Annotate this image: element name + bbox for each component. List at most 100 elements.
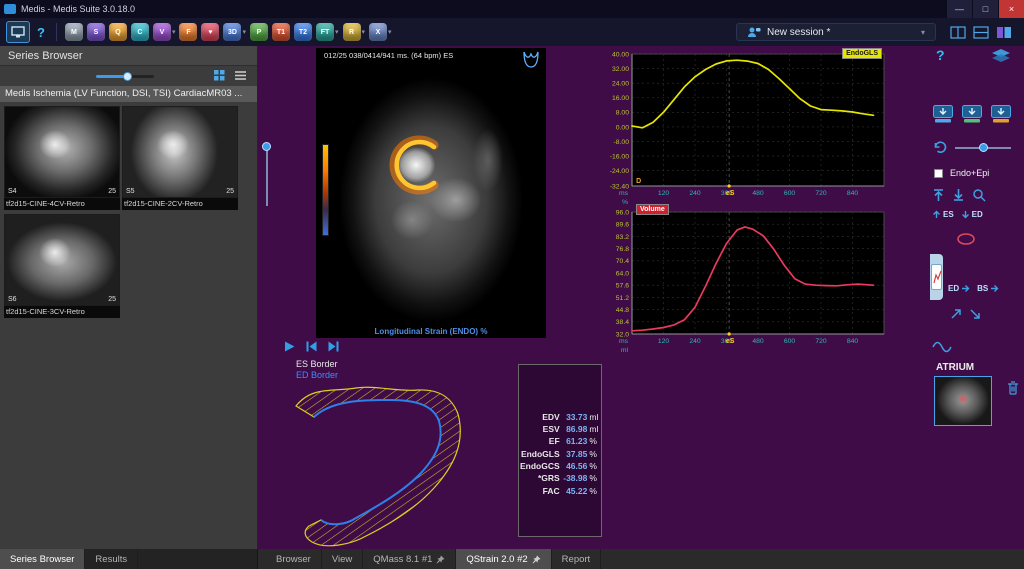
list-view-button[interactable] [234, 69, 247, 82]
slider-handle[interactable] [979, 143, 988, 152]
svg-text:51.2: 51.2 [616, 295, 629, 302]
atrium-thumbnail[interactable] [934, 376, 992, 426]
tab-browser[interactable]: Browser [266, 549, 322, 569]
flow-tool-icon[interactable]: FT [316, 23, 334, 41]
svg-text:720: 720 [815, 338, 827, 345]
dropdown-caret-icon[interactable]: ▾ [172, 28, 176, 36]
endo-epi-label: Endo+Epi [950, 168, 989, 178]
thumbnail-size-slider[interactable] [96, 75, 154, 78]
thumbnail-caption: tf2d15-CINE-3CV-Retro [4, 306, 120, 318]
tab-qstrain[interactable]: QStrain 2.0 #2 [456, 549, 551, 569]
qmass-icon[interactable]: Q [109, 23, 127, 41]
session-selector[interactable]: New session * ▾ [736, 23, 936, 41]
app-tab-group: Browser View QMass 8.1 #1 QStrain 2.0 #2… [266, 549, 601, 569]
layers-icon[interactable] [990, 48, 1012, 64]
arrow-down-icon [961, 210, 970, 219]
dropdown-caret-icon[interactable]: ▾ [242, 28, 246, 36]
qangio-icon[interactable]: F [179, 23, 197, 41]
thumbnail-image[interactable]: S5 25 [122, 106, 238, 198]
undo-icon[interactable] [932, 140, 948, 154]
play-button[interactable] [283, 340, 296, 353]
t2-mapping-icon[interactable]: T2 [294, 23, 312, 41]
undo-row [932, 140, 1011, 154]
svg-text:120: 120 [658, 338, 670, 345]
arrow-down-right-icon[interactable] [969, 308, 981, 320]
close-button[interactable]: × [998, 0, 1024, 18]
svg-text:89.6: 89.6 [616, 222, 629, 229]
volume-legend-badge: Volume [636, 204, 669, 215]
atrium-section-label: ATRIUM [936, 362, 974, 373]
svg-text:ms: ms [619, 338, 629, 345]
maximize-button[interactable]: □ [972, 0, 998, 18]
svg-text:83.2: 83.2 [616, 234, 629, 241]
help-icon[interactable]: ? [936, 47, 945, 63]
report-tool-icon[interactable]: R [343, 23, 361, 41]
contour-drawing[interactable] [268, 360, 532, 556]
study-manager-icon[interactable]: S [87, 23, 105, 41]
thumbnail-image[interactable]: S6 25 [4, 214, 120, 306]
frame-info-overlay: 012/25 038/0414/941 ms. (64 bpm) ES [324, 51, 520, 60]
series-thumbnail[interactable]: S6 25 tf2d15-CINE-3CV-Retro [4, 214, 120, 318]
save-snapshot-button[interactable] [961, 104, 983, 124]
curve-tool-icon[interactable] [932, 340, 952, 354]
ed-border-contour[interactable] [314, 400, 441, 524]
tab-report[interactable]: Report [552, 549, 602, 569]
endo-epi-checkbox[interactable] [934, 169, 943, 178]
arrow-up-right-icon[interactable] [950, 308, 962, 320]
ed-marker-button[interactable]: ED [948, 284, 970, 293]
grid-view-button[interactable] [213, 69, 226, 82]
cine-viewport[interactable]: 012/25 038/0414/941 ms. (64 bpm) ES Long… [316, 48, 546, 338]
tab-results[interactable]: Results [85, 549, 138, 569]
series-thumbnail[interactable]: S5 25 tf2d15-CINE-2CV-Retro [122, 106, 238, 210]
3d-view-icon[interactable]: 3D [223, 23, 241, 41]
qflow-icon[interactable]: C [131, 23, 149, 41]
dropdown-caret-icon[interactable]: ▾ [335, 28, 339, 36]
study-header[interactable]: Medis Ischemia (LV Function, DSI, TSI) C… [0, 86, 257, 102]
heart-analysis-icon[interactable]: ♥ [201, 23, 219, 41]
split-layout-icon[interactable] [950, 26, 966, 39]
skip-to-last-button[interactable] [327, 340, 340, 353]
chart-flyout-tab[interactable] [930, 254, 943, 300]
pin-icon [532, 555, 541, 564]
svg-text:40.00: 40.00 [612, 51, 629, 58]
opacity-slider[interactable] [955, 143, 1011, 152]
bs-marker-button[interactable]: BS [977, 284, 999, 293]
ellipse-tool-icon[interactable] [956, 232, 976, 246]
tab-view[interactable]: View [322, 549, 363, 569]
copy-contour-up-icon[interactable] [932, 188, 945, 202]
slider-handle[interactable] [123, 72, 132, 81]
frame-slider[interactable] [262, 142, 271, 208]
minimize-button[interactable]: — [946, 0, 972, 18]
ed-ph ase-button[interactable]: ED [961, 210, 983, 219]
tab-qmass[interactable]: QMass 8.1 #1 [363, 549, 456, 569]
copy-contour-down-icon[interactable] [952, 188, 965, 202]
display-settings-icon[interactable] [996, 26, 1012, 39]
trash-icon[interactable] [1006, 380, 1020, 396]
es-phase-button[interactable]: ES [932, 210, 954, 219]
svg-text:600: 600 [784, 338, 796, 345]
series-number: S6 [8, 296, 17, 303]
series-thumbnail[interactable]: S4 25 tf2d15-CINE-4CV-Retro [4, 106, 120, 210]
compare-tool-icon[interactable]: X [369, 23, 387, 41]
skip-to-first-button[interactable] [305, 340, 318, 353]
save-data-button[interactable] [990, 104, 1012, 124]
qstrain-icon[interactable]: P [250, 23, 268, 41]
viewer-layout-button[interactable] [6, 21, 30, 43]
t1-mapping-icon[interactable]: T1 [272, 23, 290, 41]
phase-row: ES ED [932, 210, 983, 219]
dropdown-caret-icon[interactable]: ▾ [362, 28, 366, 36]
endo-epi-toggle[interactable]: Endo+Epi [934, 168, 989, 178]
zoom-icon[interactable] [972, 188, 986, 202]
help-icon[interactable]: ? [37, 25, 45, 40]
thumbnail-image[interactable]: S4 25 [4, 106, 120, 198]
tab-series-browser[interactable]: Series Browser [0, 549, 85, 569]
slider-handle[interactable] [262, 142, 271, 151]
chart-flyout-button[interactable] [931, 264, 942, 290]
grid-layout-icon[interactable] [973, 26, 989, 39]
save-report-button[interactable] [932, 104, 954, 124]
medis-viewer-icon[interactable]: M [65, 23, 83, 41]
svg-text:ml: ml [621, 347, 629, 354]
main-toolbar: ? MSQCV▾F♥3D▾PT1T2FT▾R▾X▾ New session * … [0, 18, 1024, 46]
capture-icon[interactable]: V [153, 23, 171, 41]
dropdown-caret-icon[interactable]: ▾ [388, 28, 392, 36]
